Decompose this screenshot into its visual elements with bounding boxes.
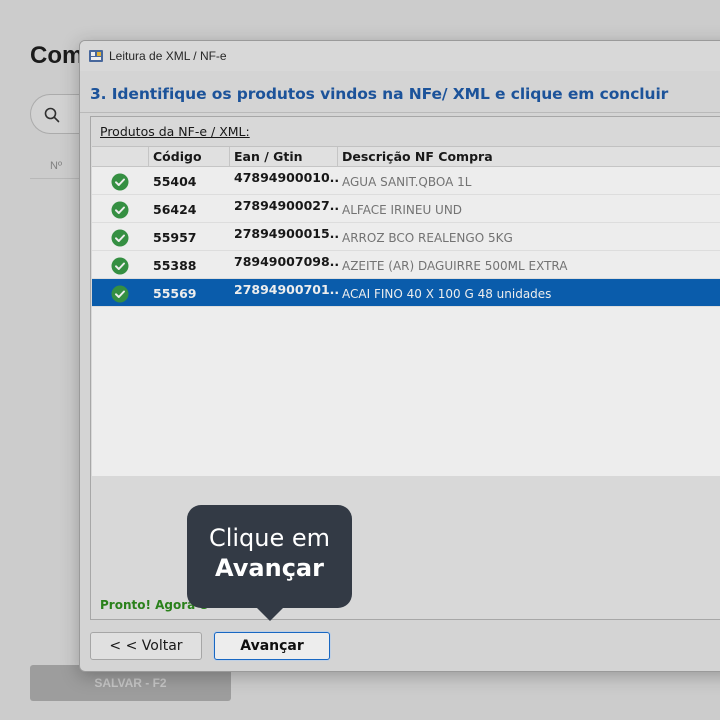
- table-row[interactable]: 56424 27894900027... ALFACE IRINEU UND: [92, 195, 720, 223]
- check-circle-icon: [111, 229, 128, 246]
- check-circle-icon: [111, 173, 128, 190]
- tutorial-tooltip: Clique em Avançar: [187, 505, 352, 608]
- step-heading: 3. Identifique os produtos vindos na NFe…: [90, 85, 669, 103]
- table-row[interactable]: 55957 27894900015... ARROZ BCO REALENGO …: [92, 223, 720, 251]
- tooltip-line2: Avançar: [215, 554, 324, 582]
- column-header-description[interactable]: Descrição NF Compra: [338, 147, 720, 166]
- dialog-title: Leitura de XML / NF-e: [109, 49, 227, 63]
- app-icon: [89, 50, 103, 62]
- cell-code: 55957: [153, 230, 197, 245]
- tooltip-line1: Clique em: [208, 524, 331, 552]
- check-circle-icon: [111, 285, 128, 302]
- grid-header: Código Ean / Gtin Descrição NF Compra: [92, 147, 720, 167]
- table-row[interactable]: 55404 47894900010... AGUA SANIT.QBOA 1L: [92, 167, 720, 195]
- cell-code: 55388: [153, 258, 197, 273]
- back-button[interactable]: < < Voltar: [90, 632, 202, 660]
- table-row-selected[interactable]: 55569 27894900701... ACAI FINO 40 X 100 …: [92, 279, 720, 307]
- dialog-titlebar: Leitura de XML / NF-e: [80, 41, 720, 71]
- cell-ean: 47894900010...: [234, 170, 338, 185]
- page-title: Com: [30, 42, 84, 69]
- cell-description: ALFACE IRINEU UND: [342, 202, 463, 217]
- cell-description: ACAI FINO 40 X 100 G 48 unidades: [342, 286, 552, 301]
- products-grid[interactable]: Código Ean / Gtin Descrição NF Compra 55…: [92, 146, 720, 476]
- products-panel: Produtos da NF-e / XML: Código Ean / Gti…: [90, 116, 720, 620]
- check-circle-icon: [111, 201, 128, 218]
- check-circle-icon: [111, 257, 128, 274]
- cell-description: AGUA SANIT.QBOA 1L: [342, 174, 472, 189]
- cell-ean: 27894900701...: [234, 282, 338, 297]
- xml-import-dialog: Leitura de XML / NF-e 3. Identifique os …: [79, 40, 720, 672]
- cell-ean: 27894900027...: [234, 198, 338, 213]
- column-header-code[interactable]: Código: [149, 147, 230, 166]
- column-header-status: [92, 147, 149, 166]
- cell-ean: 27894900015...: [234, 226, 338, 241]
- next-button[interactable]: Avançar: [214, 632, 330, 660]
- divider: [80, 112, 720, 113]
- search-icon: [44, 107, 60, 123]
- table-row[interactable]: 55388 78949007098... AZEITE (AR) DAGUIRR…: [92, 251, 720, 279]
- cell-code: 55404: [153, 174, 197, 189]
- cell-description: ARROZ BCO REALENGO 5KG: [342, 230, 513, 245]
- column-header-ean[interactable]: Ean / Gtin: [230, 147, 338, 166]
- tooltip-arrow: [256, 607, 284, 621]
- column-header-number: Nº: [50, 160, 62, 172]
- cell-code: 55569: [153, 286, 197, 301]
- cell-ean: 78949007098...: [234, 254, 338, 269]
- cell-description: AZEITE (AR) DAGUIRRE 500ML EXTRA: [342, 258, 568, 273]
- cell-code: 56424: [153, 202, 197, 217]
- products-label: Produtos da NF-e / XML:: [100, 124, 250, 139]
